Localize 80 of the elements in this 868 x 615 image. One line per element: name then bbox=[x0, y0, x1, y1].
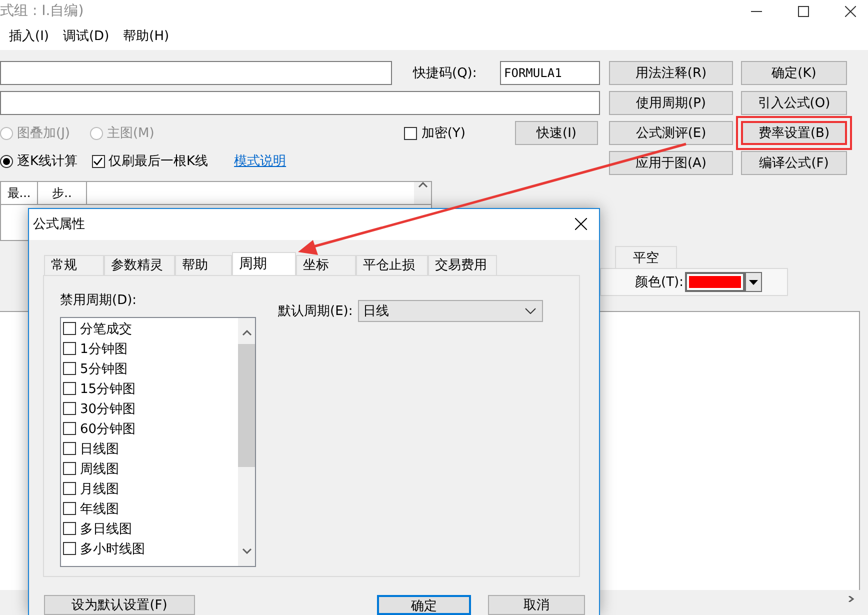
list-item[interactable]: 周线图 bbox=[80, 460, 119, 478]
mode-help-link[interactable]: 模式说明 bbox=[234, 152, 286, 170]
radio-label: 主图(M) bbox=[106, 125, 154, 142]
radio-label: 图叠加(J) bbox=[17, 125, 70, 142]
scrollbar[interactable] bbox=[414, 182, 431, 204]
tab[interactable]: 帮助 bbox=[175, 254, 232, 275]
action-button[interactable]: 确定(K) bbox=[741, 61, 847, 85]
list-item[interactable]: 15分钟图 bbox=[80, 380, 136, 398]
column-header[interactable]: 步.. bbox=[38, 182, 87, 204]
checkbox[interactable] bbox=[63, 502, 76, 516]
checkbox[interactable] bbox=[63, 382, 76, 396]
scroll-thumb[interactable] bbox=[238, 344, 255, 467]
action-button[interactable]: 使用周期(P) bbox=[609, 91, 733, 115]
list-item[interactable]: 30分钟图 bbox=[80, 400, 136, 418]
tab[interactable]: 常规 bbox=[44, 254, 104, 275]
maximize-icon[interactable] bbox=[798, 6, 809, 16]
checkbox[interactable] bbox=[63, 402, 76, 416]
tab[interactable]: 平仓止损 bbox=[356, 254, 428, 275]
caret-icon bbox=[749, 280, 758, 284]
checkbox-label: 仅刷最后一根K线 bbox=[108, 153, 208, 170]
dialog-button[interactable]: 设为默认设置(F) bbox=[44, 595, 195, 615]
window-title: 式组 : I.自编) bbox=[0, 2, 84, 20]
checkbox[interactable] bbox=[63, 342, 76, 356]
checkbox[interactable] bbox=[63, 542, 76, 556]
tab[interactable]: 坐标 bbox=[296, 254, 356, 275]
shortcut-label: 快捷码(Q): bbox=[413, 65, 477, 82]
checkbox-label: 加密(Y) bbox=[421, 125, 466, 142]
list-item[interactable]: 月线图 bbox=[80, 480, 119, 498]
list-item[interactable]: 多日线图 bbox=[80, 520, 132, 538]
close-icon[interactable] bbox=[845, 6, 856, 16]
action-button[interactable]: 引入公式(O) bbox=[741, 91, 847, 115]
minimize-icon[interactable] bbox=[751, 10, 762, 12]
action-button[interactable]: 编译公式(F) bbox=[741, 151, 847, 175]
scroll-up-icon[interactable] bbox=[242, 330, 252, 336]
menu-item[interactable]: 插入(I) bbox=[8, 25, 50, 47]
dialog-button[interactable]: 确定 bbox=[377, 595, 471, 615]
checkbox[interactable] bbox=[63, 422, 76, 436]
scroll-up-icon[interactable] bbox=[418, 182, 428, 188]
list-item[interactable]: 多小时线图 bbox=[80, 540, 145, 558]
checkbox[interactable] bbox=[63, 442, 76, 456]
list-item[interactable]: 1分钟图 bbox=[80, 340, 128, 358]
checkbox[interactable] bbox=[404, 126, 418, 140]
list-label: 禁用周期(D): bbox=[60, 292, 138, 309]
list-item[interactable]: 5分钟图 bbox=[80, 360, 128, 378]
description-field[interactable] bbox=[0, 91, 600, 115]
close-icon[interactable] bbox=[575, 218, 587, 230]
tab[interactable]: 参数精灵 bbox=[104, 254, 175, 275]
menu-item[interactable]: 帮助(H) bbox=[122, 25, 170, 47]
checkbox[interactable] bbox=[63, 362, 76, 376]
tab[interactable]: 交易费用 bbox=[428, 254, 497, 275]
fast-button[interactable]: 快速(I) bbox=[515, 121, 598, 145]
color-label: 颜色(T): bbox=[635, 274, 684, 291]
menu-item[interactable]: 调试(D) bbox=[62, 25, 110, 47]
dropdown-button[interactable] bbox=[745, 272, 762, 292]
column-header[interactable]: 最... bbox=[1, 182, 38, 204]
checkbox[interactable] bbox=[63, 462, 76, 476]
tab[interactable]: 周期 bbox=[232, 252, 296, 275]
action-button[interactable]: 公式测评(E) bbox=[609, 121, 733, 145]
list-item[interactable]: 60分钟图 bbox=[80, 420, 136, 438]
list-item[interactable]: 分笔成交 bbox=[80, 320, 132, 338]
default-period-select[interactable]: 日线 bbox=[358, 300, 543, 322]
list-item[interactable]: 日线图 bbox=[80, 440, 119, 458]
action-button[interactable]: 用法注释(R) bbox=[609, 61, 733, 85]
dialog-button[interactable]: 取消 bbox=[488, 595, 585, 615]
checkbox[interactable] bbox=[63, 322, 76, 336]
default-period-label: 默认周期(E): bbox=[278, 302, 353, 320]
checkbox[interactable] bbox=[92, 154, 105, 168]
radio-label: 逐K线计算 bbox=[17, 153, 78, 170]
shortcut-field[interactable]: FORMULA1 bbox=[500, 61, 600, 85]
name-field[interactable] bbox=[0, 61, 392, 85]
scroll-right-icon[interactable] bbox=[846, 596, 856, 602]
color-swatch[interactable] bbox=[685, 272, 746, 292]
chevron-down-icon bbox=[524, 308, 536, 314]
scroll-down-icon[interactable] bbox=[242, 548, 252, 554]
period-list[interactable]: 分笔成交 1分钟图 5分钟图 15分钟图 30分钟图 60分钟图 日线图 周线图 月线图 年线图 多日线图 多小时线图 bbox=[60, 316, 256, 567]
radio-button[interactable] bbox=[0, 154, 13, 168]
list-item[interactable]: 年线图 bbox=[80, 500, 119, 518]
checkbox[interactable] bbox=[63, 522, 76, 536]
dialog-title: 公式属性 bbox=[33, 216, 85, 234]
checkbox[interactable] bbox=[63, 482, 76, 496]
